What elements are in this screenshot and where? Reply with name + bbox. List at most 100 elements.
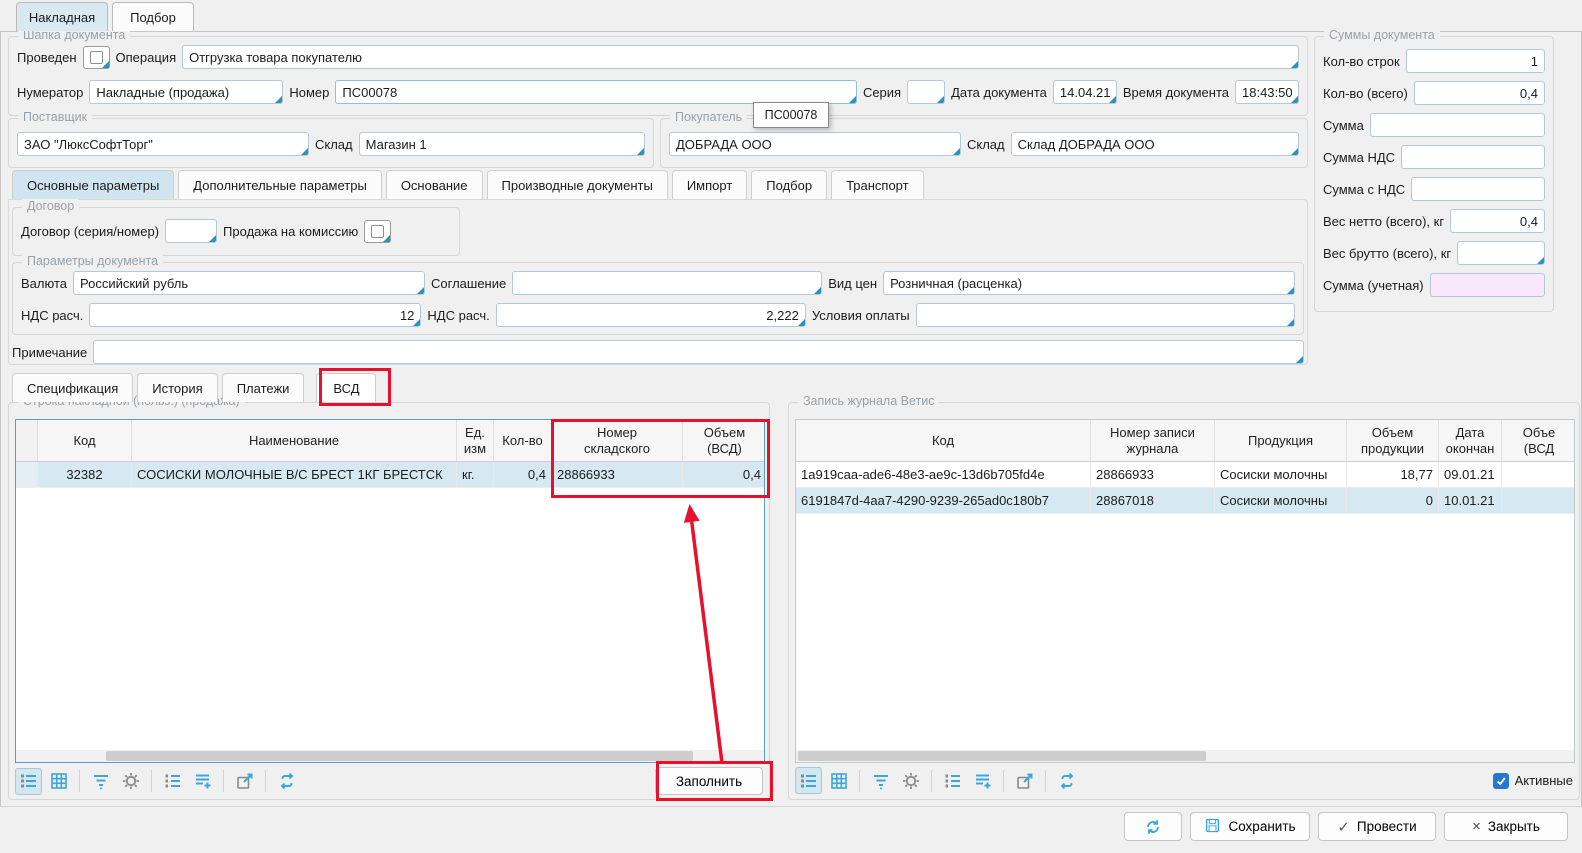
check-icon: ✓ xyxy=(1337,818,1350,836)
col-vsd-volume[interactable]: Объе (ВСД xyxy=(1502,420,1575,461)
col-warehouse-number[interactable]: Номер складского xyxy=(552,420,683,461)
window-tab-invoice[interactable]: Накладная xyxy=(16,2,108,31)
lines-count-field[interactable]: 1 xyxy=(1406,49,1545,73)
save-button[interactable]: Сохранить xyxy=(1190,812,1310,841)
doc-time-field[interactable]: 18:43:50 xyxy=(1235,80,1299,104)
col-unit[interactable]: Ед. изм xyxy=(457,420,494,461)
doc-date-field[interactable]: 14.04.21 xyxy=(1053,80,1117,104)
col-qty[interactable]: Кол-во xyxy=(494,420,552,461)
col-journal-number[interactable]: Номер записи журнала xyxy=(1091,420,1215,461)
invoice-lines-table[interactable]: Код Наименование Ед. изм Кол-во Номер ск… xyxy=(15,419,765,763)
operation-label: Операция xyxy=(116,50,177,65)
commission-checkbox[interactable] xyxy=(364,220,391,243)
gross-weight-field[interactable] xyxy=(1457,241,1545,265)
add-rows-icon[interactable] xyxy=(969,767,996,794)
add-rows-icon[interactable] xyxy=(189,768,216,795)
view-grid-icon[interactable] xyxy=(45,768,72,795)
numbered-list-icon[interactable] xyxy=(159,768,186,795)
series-field[interactable] xyxy=(907,80,945,104)
refresh-loop-icon[interactable] xyxy=(1053,767,1080,794)
sum-vat-field[interactable] xyxy=(1401,145,1545,169)
agreement-field[interactable] xyxy=(512,271,822,295)
totals-group: Суммы документа Кол-во строк1 Кол-во (вс… xyxy=(1314,36,1554,312)
tab-vsd[interactable]: ВСД xyxy=(316,373,376,402)
invoice-lines-hscrollbar[interactable] xyxy=(16,750,764,762)
col-vsd-volume[interactable]: Объем (ВСД) xyxy=(683,420,765,461)
tab-basis[interactable]: Основание xyxy=(386,170,483,199)
series-label: Серия xyxy=(863,85,901,100)
totals-row-label: Вес брутто (всего), кг xyxy=(1323,246,1451,261)
open-external-icon[interactable] xyxy=(1011,767,1038,794)
supplier-field[interactable]: ЗАО "ЛюксСофтТорг" xyxy=(17,132,309,156)
settings-gear-icon[interactable] xyxy=(897,767,924,794)
number-field[interactable]: ПС00078 xyxy=(335,80,857,104)
vetis-journal-hscrollbar[interactable] xyxy=(796,750,1574,762)
agreement-label: Соглашение xyxy=(431,276,506,291)
posted-checkbox[interactable] xyxy=(83,46,110,69)
sum-with-vat-field[interactable] xyxy=(1411,177,1545,201)
buyer-warehouse-field[interactable]: Склад ДОБРАДА ООО xyxy=(1011,132,1299,156)
accounting-sum-field[interactable] xyxy=(1430,273,1545,297)
open-external-icon[interactable] xyxy=(231,768,258,795)
vat2-field[interactable]: 2,222 xyxy=(496,303,806,327)
note-field[interactable] xyxy=(93,340,1304,364)
doc-params-title: Параметры документа xyxy=(22,254,163,268)
invoice-line-row[interactable]: 32382 СОСИСКИ МОЛОЧНЫЕ В/С БРЕСТ 1КГ БРЕ… xyxy=(16,462,764,488)
vat1-field[interactable]: 12 xyxy=(89,303,421,327)
supplier-warehouse-field[interactable]: Магазин 1 xyxy=(359,132,645,156)
tab-derived-docs[interactable]: Производные документы xyxy=(487,170,668,199)
tab-import[interactable]: Импорт xyxy=(672,170,747,199)
payment-terms-field[interactable] xyxy=(916,303,1295,327)
col-end-date[interactable]: Дата окончан xyxy=(1439,420,1502,461)
vetis-journal-table[interactable]: Код Номер записи журнала Продукция Объем… xyxy=(795,419,1575,763)
col-code[interactable]: Код xyxy=(796,420,1091,461)
row-selector[interactable] xyxy=(16,462,38,487)
col-name[interactable]: Наименование xyxy=(132,420,457,461)
active-checkbox[interactable] xyxy=(1493,773,1509,789)
tab-specification[interactable]: Спецификация xyxy=(12,373,133,402)
tab-selection[interactable]: Подбор xyxy=(751,170,827,199)
window-tab-selection[interactable]: Подбор xyxy=(112,2,194,31)
active-filter[interactable]: Активные xyxy=(1493,773,1573,789)
numerator-select[interactable]: Накладные (продажа) xyxy=(89,80,283,104)
price-type-label: Вид цен xyxy=(828,276,877,291)
view-list-icon[interactable] xyxy=(795,767,822,794)
settings-gear-icon[interactable] xyxy=(117,768,144,795)
totals-row-label: Сумма (учетная) xyxy=(1323,278,1424,293)
tab-additional-params[interactable]: Дополнительные параметры xyxy=(178,170,382,199)
filter-icon[interactable] xyxy=(87,768,114,795)
filter-icon[interactable] xyxy=(867,767,894,794)
view-list-icon[interactable] xyxy=(15,768,42,795)
scrollbar-thumb[interactable] xyxy=(106,751,693,761)
post-button[interactable]: ✓ Провести xyxy=(1318,812,1436,841)
view-grid-icon[interactable] xyxy=(825,767,852,794)
doc-header-group: Шапка документа Проведен Операция Отгруз… xyxy=(8,36,1308,116)
contract-number-field[interactable] xyxy=(165,219,217,243)
price-type-field[interactable]: Розничная (расценка) xyxy=(883,271,1295,295)
currency-field[interactable]: Российский рубль xyxy=(73,271,425,295)
totals-row-label: Сумма xyxy=(1323,118,1364,133)
col-product[interactable]: Продукция xyxy=(1215,420,1347,461)
operation-field[interactable]: Отгрузка товара покупателю xyxy=(182,45,1299,69)
vetis-journal-header: Код Номер записи журнала Продукция Объем… xyxy=(796,420,1574,462)
col-code[interactable]: Код xyxy=(38,420,132,461)
tab-main-params[interactable]: Основные параметры xyxy=(12,170,174,199)
close-button[interactable]: × Закрыть xyxy=(1444,812,1568,841)
buyer-field[interactable]: ДОБРАДА ООО xyxy=(669,132,961,156)
currency-label: Валюта xyxy=(21,276,67,291)
vetis-journal-row[interactable]: 6191847d-4aa7-4290-9239-265ad0c180b7 288… xyxy=(796,488,1574,514)
net-weight-field[interactable]: 0,4 xyxy=(1450,209,1545,233)
vetis-journal-row[interactable]: 1a919caa-ade6-48e3-ae9c-13d6b705fd4e 288… xyxy=(796,462,1574,488)
tab-payments[interactable]: Платежи xyxy=(222,373,305,402)
sum-field[interactable] xyxy=(1370,113,1545,137)
tab-transport[interactable]: Транспорт xyxy=(831,170,924,199)
refresh-loop-icon[interactable] xyxy=(273,768,300,795)
tab-history[interactable]: История xyxy=(137,373,217,402)
fill-button[interactable]: Заполнить xyxy=(655,767,763,795)
supplier-title: Поставщик xyxy=(18,110,92,124)
col-product-volume[interactable]: Объем продукции xyxy=(1347,420,1439,461)
refresh-button[interactable] xyxy=(1124,812,1182,841)
qty-total-field[interactable]: 0,4 xyxy=(1414,81,1545,105)
numbered-list-icon[interactable] xyxy=(939,767,966,794)
scrollbar-thumb[interactable] xyxy=(798,751,1206,761)
